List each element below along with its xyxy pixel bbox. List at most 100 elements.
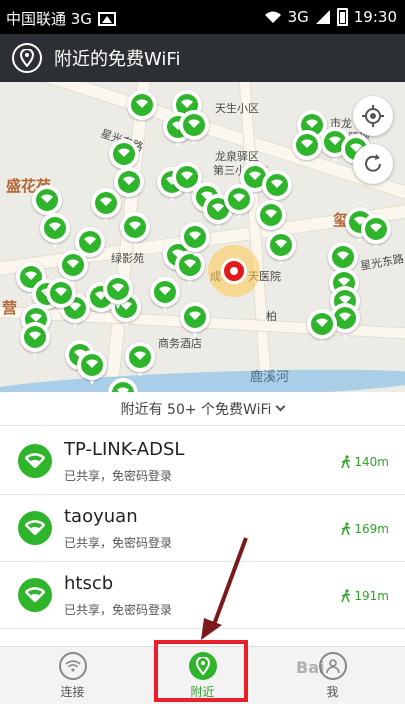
wifi-hotspot-pin[interactable] <box>120 212 150 252</box>
walking-icon <box>341 589 351 603</box>
wifi-icon <box>181 99 193 108</box>
wifi-hotspot-pin[interactable] <box>224 184 254 224</box>
wifi-icon <box>339 312 351 321</box>
wifi-distance: 191m <box>341 589 389 603</box>
tab-label: 我 <box>326 685 339 699</box>
wifi-hotspot-pin[interactable] <box>179 110 209 150</box>
wifi-icon <box>123 176 135 185</box>
wifi-hotspot-pin[interactable] <box>180 302 210 342</box>
tab-connect[interactable]: 连接 <box>5 647 140 704</box>
nearby-summary-text: 附近有 50+ 个免费WiFi <box>120 401 272 418</box>
crosshair-icon <box>362 105 384 127</box>
wifi-icon <box>265 209 277 218</box>
wifi-icon <box>212 203 224 212</box>
wifi-name: TP-LINK-ADSL <box>64 439 185 460</box>
wifi-icon <box>181 171 193 180</box>
wifi-status: 已共享，免密码登录 <box>64 469 173 483</box>
locate-me-button[interactable] <box>353 96 393 136</box>
wifi-icon <box>112 283 124 292</box>
wifi-hotspot-pin[interactable] <box>127 90 157 130</box>
nearby-summary-toggle[interactable]: 附近有 50+ 个免费WiFi <box>0 392 405 426</box>
image-notification-icon <box>97 11 116 26</box>
wifi-hotspot-pin[interactable] <box>150 277 180 317</box>
map-label: 柏 <box>266 310 277 323</box>
clock-time: 19:30 <box>353 8 397 26</box>
wifi-hotspot-pin[interactable] <box>77 350 107 390</box>
wifi-icon <box>136 99 148 108</box>
map-label: 天生小区 <box>215 102 259 115</box>
wifi-icon <box>84 236 96 245</box>
chevron-down-icon <box>275 401 286 412</box>
wifi-icon <box>18 511 52 545</box>
wifi-list-sheet: 附近有 50+ 个免费WiFi TP-LINK-ADSL 已共享，免密码登录 1… <box>0 392 405 646</box>
wifi-icon <box>337 251 349 260</box>
wifi-signal-icon <box>264 11 281 23</box>
watermark: Bai <box>296 658 325 677</box>
refresh-icon <box>365 154 381 172</box>
wifi-hotspot-pin[interactable] <box>361 214 391 254</box>
wifi-icon <box>129 221 141 230</box>
wifi-hotspot-pin[interactable] <box>46 278 76 318</box>
wifi-list-item[interactable]: htscb 已共享，免密码登录 191m <box>0 563 405 629</box>
wifi-icon <box>159 286 171 295</box>
wifi-icon <box>271 179 283 188</box>
walking-icon <box>341 455 351 469</box>
wifi-icon <box>189 231 201 240</box>
refresh-button[interactable] <box>353 144 393 184</box>
wifi-icon <box>301 139 313 148</box>
wifi-icon <box>58 652 87 680</box>
wifi-hotspot-pin[interactable] <box>266 230 296 270</box>
map-label: 营 <box>2 299 18 317</box>
wifi-icon <box>41 194 53 203</box>
wifi-icon <box>370 223 382 232</box>
page-title: 附近的免费WiFi <box>54 49 181 70</box>
wifi-status: 已共享，免密码登录 <box>64 603 173 617</box>
cell-signal-icon <box>315 10 330 24</box>
wifi-hotspot-pin[interactable] <box>125 342 155 382</box>
title-bar: 附近的免费WiFi <box>0 34 405 82</box>
wifi-icon <box>134 351 146 360</box>
wifi-list-item[interactable]: taoyuan 已共享，免密码登录 169m <box>0 496 405 562</box>
wifi-distance: 169m <box>341 522 389 536</box>
wifi-icon <box>249 171 261 180</box>
carrier-text: 中国联通 3G <box>6 10 92 28</box>
wifi-icon <box>306 119 318 128</box>
tab-label: 连接 <box>60 685 85 699</box>
wifi-icon <box>188 119 200 128</box>
wifi-hotspot-pin[interactable] <box>307 309 337 349</box>
wifi-hotspot-pin[interactable] <box>180 222 210 262</box>
battery-icon <box>336 8 348 26</box>
walking-icon <box>341 522 351 536</box>
wifi-name: htscb <box>64 573 114 594</box>
map-label: 鹿溪河 <box>250 370 290 385</box>
wifi-hotspot-pin[interactable] <box>292 130 322 170</box>
status-bar: 中国联通 3G 3G 19:30 <box>0 0 405 34</box>
tab-me[interactable]: 我 <box>265 647 400 704</box>
wifi-icon <box>49 222 61 231</box>
wifi-icon <box>233 193 245 202</box>
wifi-icon <box>329 136 341 145</box>
wifi-icon <box>86 359 98 368</box>
wifi-distance-text: 191m <box>354 589 389 603</box>
wifi-icon <box>29 331 41 340</box>
wifi-icon <box>55 287 67 296</box>
wifi-icon <box>316 318 328 327</box>
wifi-icon <box>18 444 52 478</box>
wifi-hotspot-pin[interactable] <box>91 188 121 228</box>
wifi-distance-text: 169m <box>354 522 389 536</box>
wifi-icon <box>100 197 112 206</box>
wifi-list-item[interactable]: TP-LINK-ADSL 已共享，免密码登录 140m <box>0 429 405 495</box>
wifi-hotspot-pin[interactable] <box>40 213 70 253</box>
wifi-distance-text: 140m <box>354 455 389 469</box>
current-location-marker <box>208 245 260 297</box>
wifi-icon <box>67 259 79 268</box>
wifi-icon <box>189 311 201 320</box>
location-icon <box>12 43 42 73</box>
wifi-icon <box>275 239 287 248</box>
map-view[interactable]: 天生小区 龙泉驿区 第三小学校 市龙 服务管理 盛花苑 绿影苑 成 天医院 商务… <box>0 82 405 400</box>
map-label: 绿影苑 <box>111 252 144 265</box>
wifi-distance: 140m <box>341 455 389 469</box>
wifi-hotspot-pin[interactable] <box>103 274 133 314</box>
annotation-highlight-box <box>154 640 248 702</box>
wifi-hotspot-pin[interactable] <box>20 322 50 362</box>
